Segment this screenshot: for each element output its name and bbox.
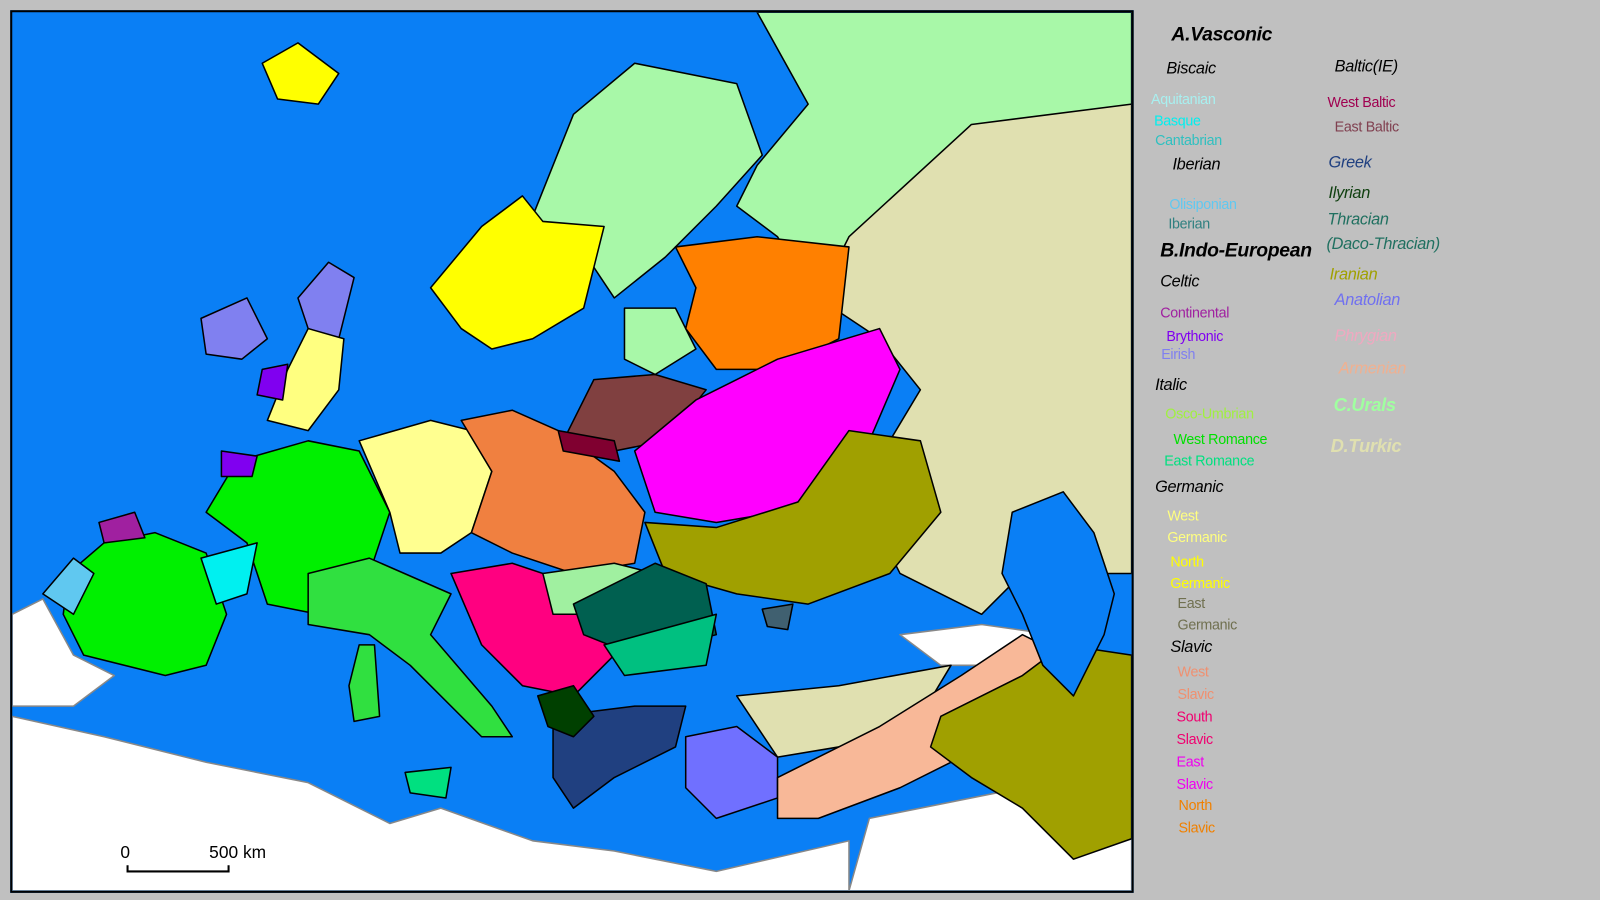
legend-ilyrian: Ilyrian (1328, 184, 1371, 203)
legend-iberian: Iberian (1168, 215, 1210, 232)
legend-west-slavic: West (1177, 663, 1209, 680)
legend-iranian: Iranian (1329, 266, 1378, 284)
legend-osco-umbrian: Osco-Umbrian (1165, 405, 1254, 422)
legend-biscaic: Biscaic (1166, 60, 1216, 78)
legend-italic: Italic (1155, 376, 1187, 394)
sardinia-corsica (348, 644, 381, 723)
scale-start-label: 0 (120, 842, 131, 863)
map-canvas (12, 12, 1132, 891)
legend-d-turkic: D.Turkic (1330, 435, 1402, 457)
legend-thracian: Thracian (1327, 211, 1389, 229)
estonia-region (623, 307, 697, 376)
sicily (404, 766, 452, 799)
legend-anatolian: Anatolian (1334, 291, 1401, 310)
legend-west-germanic: West (1167, 507, 1199, 524)
legend-cantabrian: Cantabrian (1155, 131, 1222, 148)
legend-greek: Greek (1328, 154, 1372, 172)
wales-region (256, 363, 289, 401)
legend-north-germanic: North (1170, 553, 1204, 570)
legend-iberian-group: Iberian (1172, 156, 1221, 174)
legend-north-slavic: North (1178, 796, 1213, 814)
scale-end-label: 500 km (209, 842, 267, 863)
legend-slavic: Slavic (1170, 638, 1213, 657)
legend-brythonic: Brythonic (1166, 327, 1224, 344)
ireland-region (200, 297, 269, 360)
crimea (761, 603, 794, 631)
legend-a-vasconic: A.Vasconic (1171, 23, 1273, 46)
legend-east-baltic: East Baltic (1334, 118, 1399, 135)
legend-continental: Continental (1160, 304, 1230, 321)
legend-c-urals: C.Urals (1333, 394, 1396, 416)
iceland (261, 42, 340, 105)
scotland-region (297, 261, 355, 340)
brittany-region (220, 450, 258, 478)
legend-south-slavic: Slavic (1176, 730, 1214, 747)
legend-south-slavic: South (1176, 708, 1213, 725)
legend-north-germanic: Germanic (1170, 574, 1230, 591)
legend-east-germanic: Germanic (1177, 616, 1238, 633)
legend-west-germanic: Germanic (1167, 528, 1227, 545)
anatolian-region (684, 725, 779, 820)
legend-east-romance: East Romance (1164, 452, 1255, 469)
legend-baltic: Baltic(IE) (1334, 58, 1398, 76)
legend-eirish: Eirish (1161, 345, 1196, 363)
legend-west-slavic: Slavic (1177, 685, 1215, 703)
legend-west-romance: West Romance (1173, 430, 1268, 447)
language-map (10, 10, 1134, 893)
legend-olisiponian: Olisiponian (1169, 195, 1237, 213)
legend-east-slavic: Slavic (1176, 775, 1214, 792)
legend-celtic: Celtic (1160, 273, 1200, 291)
legend-aquitanian: Aquitanian (1151, 90, 1216, 108)
legend-east-germanic: East (1177, 594, 1206, 612)
legend-north-slavic: Slavic (1178, 819, 1216, 836)
legend-west-baltic: West Baltic (1327, 93, 1396, 111)
legend-east-slavic: East (1176, 753, 1205, 770)
continental-celtic-region (98, 511, 146, 544)
legend-daco-thracian: (Daco-Thracian) (1326, 235, 1441, 254)
legend-basque: Basque (1154, 112, 1201, 129)
iberia-region (62, 531, 228, 677)
legend-germanic: Germanic (1155, 478, 1224, 496)
legend-armenian: Armenian (1338, 360, 1407, 378)
legend-b-indo-european: B.Indo-European (1160, 240, 1312, 262)
legend-phrygian: Phrygian (1334, 327, 1397, 345)
